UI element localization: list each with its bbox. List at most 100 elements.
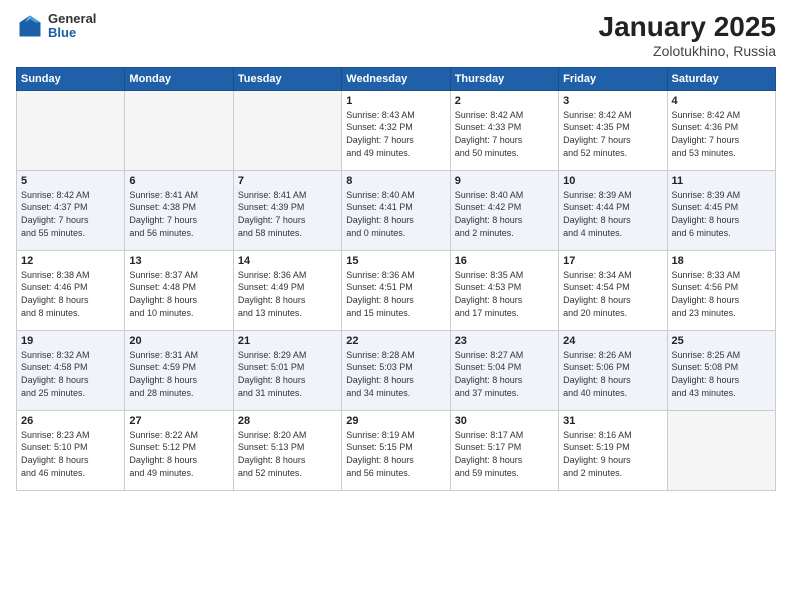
table-row: 21 Sunrise: 8:29 AMSunset: 5:01 PMDayligh… [233,330,341,410]
day-number: 14 [238,255,337,267]
calendar-week-row: 5Sunrise: 8:42 AMSunset: 4:37 PMDaylight… [17,170,776,250]
day-number: 10 [563,175,662,187]
day-info: Sunrise: 8:16 AMSunset: 5:19 PMDaylight:… [563,429,662,479]
day-number: 19 [21,335,120,347]
logo-general-text: General [48,12,96,26]
day-number: 2 [455,95,554,107]
logo-text: General Blue [48,12,96,41]
table-row: 22 Sunrise: 8:28 AMSunset: 5:03 PMDayligh… [342,330,450,410]
table-row: 15 Sunrise: 8:36 AMSunset: 4:51 PMDayligh… [342,250,450,330]
header-monday: Monday [125,67,233,90]
logo-icon [16,12,44,40]
day-info: Sunrise: 8:40 AMSunset: 4:41 PMDaylight:… [346,189,445,239]
calendar-subtitle: Zolotukhino, Russia [599,43,776,59]
table-row: 28 Sunrise: 8:20 AMSunset: 5:13 PMDayligh… [233,410,341,490]
day-info: Sunrise: 8:31 AMSunset: 4:59 PMDaylight:… [129,349,228,399]
table-row: 23Sunrise: 8:27 AMSunset: 5:04 PMDayligh… [450,330,558,410]
table-row [667,410,775,490]
header-sunday: Sunday [17,67,125,90]
header-row: Sunday Monday Tuesday Wednesday Thursday… [17,67,776,90]
table-row: 7Sunrise: 8:41 AMSunset: 4:39 PMDaylight… [233,170,341,250]
day-number: 16 [455,255,554,267]
day-number: 22 [346,335,445,347]
day-number: 5 [21,175,120,187]
header-thursday: Thursday [450,67,558,90]
table-row: 17 Sunrise: 8:34 AMSunset: 4:54 PMDayligh… [559,250,667,330]
day-info: Sunrise: 8:39 AMSunset: 4:44 PMDaylight:… [563,189,662,239]
day-info: Sunrise: 8:26 AMSunset: 5:06 PMDaylight:… [563,349,662,399]
day-number: 6 [129,175,228,187]
day-number: 15 [346,255,445,267]
day-number: 3 [563,95,662,107]
calendar-week-row: 19Sunrise: 8:32 AMSunset: 4:58 PMDayligh… [17,330,776,410]
calendar-page: General Blue January 2025 Zolotukhino, R… [0,0,792,612]
table-row: 24 Sunrise: 8:26 AMSunset: 5:06 PMDayligh… [559,330,667,410]
table-row: 5Sunrise: 8:42 AMSunset: 4:37 PMDaylight… [17,170,125,250]
day-info: Sunrise: 8:27 AMSunset: 5:04 PMDaylight:… [455,349,554,399]
table-row: 31 Sunrise: 8:16 AMSunset: 5:19 PMDayligh… [559,410,667,490]
table-row: 20Sunrise: 8:31 AMSunset: 4:59 PMDayligh… [125,330,233,410]
table-row: 8Sunrise: 8:40 AMSunset: 4:41 PMDaylight… [342,170,450,250]
calendar-week-row: 1 Sunrise: 8:43 AMSunset: 4:32 PMDaylight… [17,90,776,170]
day-info: Sunrise: 8:35 AMSunset: 4:53 PMDaylight:… [455,269,554,319]
day-info: Sunrise: 8:29 AMSunset: 5:01 PMDaylight:… [238,349,337,399]
table-row: 2 Sunrise: 8:42 AMSunset: 4:33 PMDaylight… [450,90,558,170]
table-row [17,90,125,170]
table-row: 3Sunrise: 8:42 AMSunset: 4:35 PMDaylight… [559,90,667,170]
table-row: 9 Sunrise: 8:40 AMSunset: 4:42 PMDaylight… [450,170,558,250]
day-info: Sunrise: 8:28 AMSunset: 5:03 PMDaylight:… [346,349,445,399]
table-row: 29 Sunrise: 8:19 AMSunset: 5:15 PMDayligh… [342,410,450,490]
day-info: Sunrise: 8:19 AMSunset: 5:15 PMDaylight:… [346,429,445,479]
day-number: 31 [563,415,662,427]
day-number: 27 [129,415,228,427]
table-row: 25Sunrise: 8:25 AMSunset: 5:08 PMDayligh… [667,330,775,410]
header-friday: Friday [559,67,667,90]
calendar-week-row: 12Sunrise: 8:38 AMSunset: 4:46 PMDayligh… [17,250,776,330]
day-info: Sunrise: 8:37 AMSunset: 4:48 PMDaylight:… [129,269,228,319]
day-info: Sunrise: 8:41 AMSunset: 4:38 PMDaylight:… [129,189,228,239]
day-info: Sunrise: 8:42 AMSunset: 4:33 PMDaylight:… [455,109,554,159]
day-number: 9 [455,175,554,187]
day-number: 7 [238,175,337,187]
day-info: Sunrise: 8:33 AMSunset: 4:56 PMDaylight:… [672,269,771,319]
table-row [233,90,341,170]
day-number: 26 [21,415,120,427]
calendar-week-row: 26 Sunrise: 8:23 AMSunset: 5:10 PMDayligh… [17,410,776,490]
day-number: 13 [129,255,228,267]
day-number: 1 [346,95,445,107]
day-info: Sunrise: 8:34 AMSunset: 4:54 PMDaylight:… [563,269,662,319]
day-info: Sunrise: 8:43 AMSunset: 4:32 PMDaylight:… [346,109,445,159]
day-info: Sunrise: 8:20 AMSunset: 5:13 PMDaylight:… [238,429,337,479]
table-row: 6 Sunrise: 8:41 AMSunset: 4:38 PMDaylight… [125,170,233,250]
day-number: 24 [563,335,662,347]
day-number: 4 [672,95,771,107]
logo-blue-text: Blue [48,26,96,40]
table-row: 26 Sunrise: 8:23 AMSunset: 5:10 PMDayligh… [17,410,125,490]
day-info: Sunrise: 8:36 AMSunset: 4:49 PMDaylight:… [238,269,337,319]
day-number: 12 [21,255,120,267]
day-number: 18 [672,255,771,267]
day-number: 30 [455,415,554,427]
day-info: Sunrise: 8:39 AMSunset: 4:45 PMDaylight:… [672,189,771,239]
day-number: 29 [346,415,445,427]
table-row: 11 Sunrise: 8:39 AMSunset: 4:45 PMDayligh… [667,170,775,250]
day-info: Sunrise: 8:40 AMSunset: 4:42 PMDaylight:… [455,189,554,239]
table-row: 1 Sunrise: 8:43 AMSunset: 4:32 PMDaylight… [342,90,450,170]
table-row: 30Sunrise: 8:17 AMSunset: 5:17 PMDayligh… [450,410,558,490]
day-number: 25 [672,335,771,347]
day-number: 17 [563,255,662,267]
header-wednesday: Wednesday [342,67,450,90]
header-tuesday: Tuesday [233,67,341,90]
table-row: 4Sunrise: 8:42 AMSunset: 4:36 PMDaylight… [667,90,775,170]
day-number: 28 [238,415,337,427]
title-block: January 2025 Zolotukhino, Russia [599,12,776,59]
day-info: Sunrise: 8:23 AMSunset: 5:10 PMDaylight:… [21,429,120,479]
table-row: 19Sunrise: 8:32 AMSunset: 4:58 PMDayligh… [17,330,125,410]
table-row [125,90,233,170]
day-number: 21 [238,335,337,347]
day-number: 11 [672,175,771,187]
header-saturday: Saturday [667,67,775,90]
day-info: Sunrise: 8:22 AMSunset: 5:12 PMDaylight:… [129,429,228,479]
day-info: Sunrise: 8:36 AMSunset: 4:51 PMDaylight:… [346,269,445,319]
logo: General Blue [16,12,96,41]
